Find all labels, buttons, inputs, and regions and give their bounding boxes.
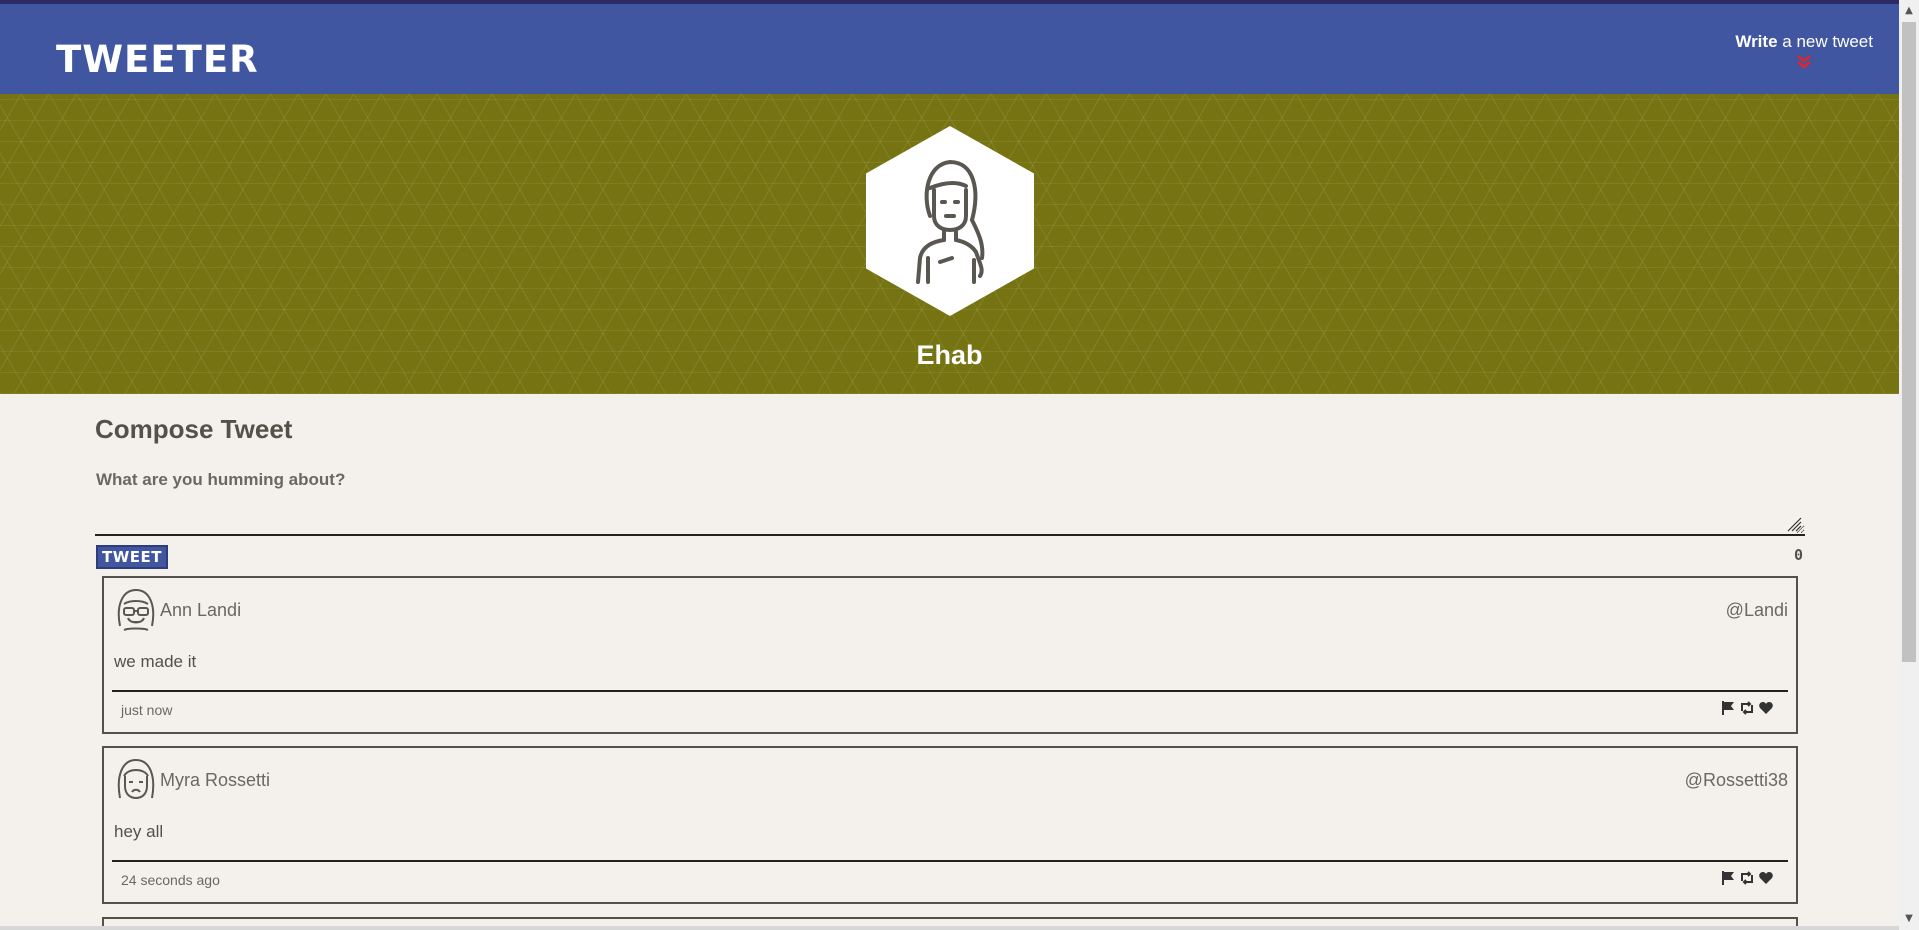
retweet-icon[interactable] [1739,870,1755,886]
tweet-card: Myra Rossetti @Rossetti38 hey all 24 sec… [102,746,1798,904]
tweet-author: Myra Rossetti [160,770,271,790]
tweet-submit-button[interactable]: TWEET [96,545,169,569]
write-bold-label: Write [1735,32,1778,51]
flag-icon[interactable] [1720,870,1736,886]
scroll-thumb[interactable] [1902,22,1916,662]
heart-icon[interactable] [1758,870,1774,886]
profile-avatar [866,126,1034,316]
tweet-handle: @Landi [1725,600,1788,620]
compose-label: What are you humming about? [96,470,346,489]
write-rest-label: a new tweet [1782,32,1873,51]
tweet-divider [112,860,1788,862]
profile-name: Ehab [916,340,983,370]
tweet-author: Ann Landi [160,600,242,620]
compose-title: Compose Tweet [95,414,293,444]
tweet-card: Ann Landi @Landi we made it just now [102,576,1798,734]
top-nav: TWEETER Write a new tweet [0,4,1899,94]
write-new-tweet-toggle[interactable]: Write a new tweet [1735,32,1873,70]
profile-banner: Ehab [0,94,1899,394]
tweet-timestamp: 24 seconds ago [121,872,220,888]
woman-sad-avatar-icon [117,758,155,800]
tweet-timestamp: just now [121,702,173,718]
tweet-actions [1720,700,1774,716]
woman-glasses-avatar-icon [117,588,155,631]
scroll-down-arrow-icon[interactable]: ▼ [1899,910,1919,928]
tweet-divider [112,690,1788,692]
tweet-handle: @Rossetti38 [1684,770,1788,790]
scroll-up-arrow-icon[interactable]: ▲ [1899,2,1919,20]
woman-avatar-icon [916,160,985,284]
tweet-content: we made it [114,652,197,671]
char-counter: 0 [1793,546,1803,564]
tweet-actions [1720,870,1774,886]
app-logo[interactable]: TWEETER [56,38,259,81]
retweet-icon[interactable] [1739,700,1755,716]
flag-icon[interactable] [1720,700,1736,716]
textarea-resize-handle[interactable] [1786,516,1802,532]
heart-icon[interactable] [1758,700,1774,716]
vertical-scrollbar[interactable]: ▲ ▼ [1899,0,1919,930]
horizontal-scrollbar[interactable] [0,926,1899,930]
tweet-content: hey all [114,822,164,841]
tweet-text-input[interactable] [95,500,1805,536]
double-chevron-down-icon [1797,55,1811,69]
